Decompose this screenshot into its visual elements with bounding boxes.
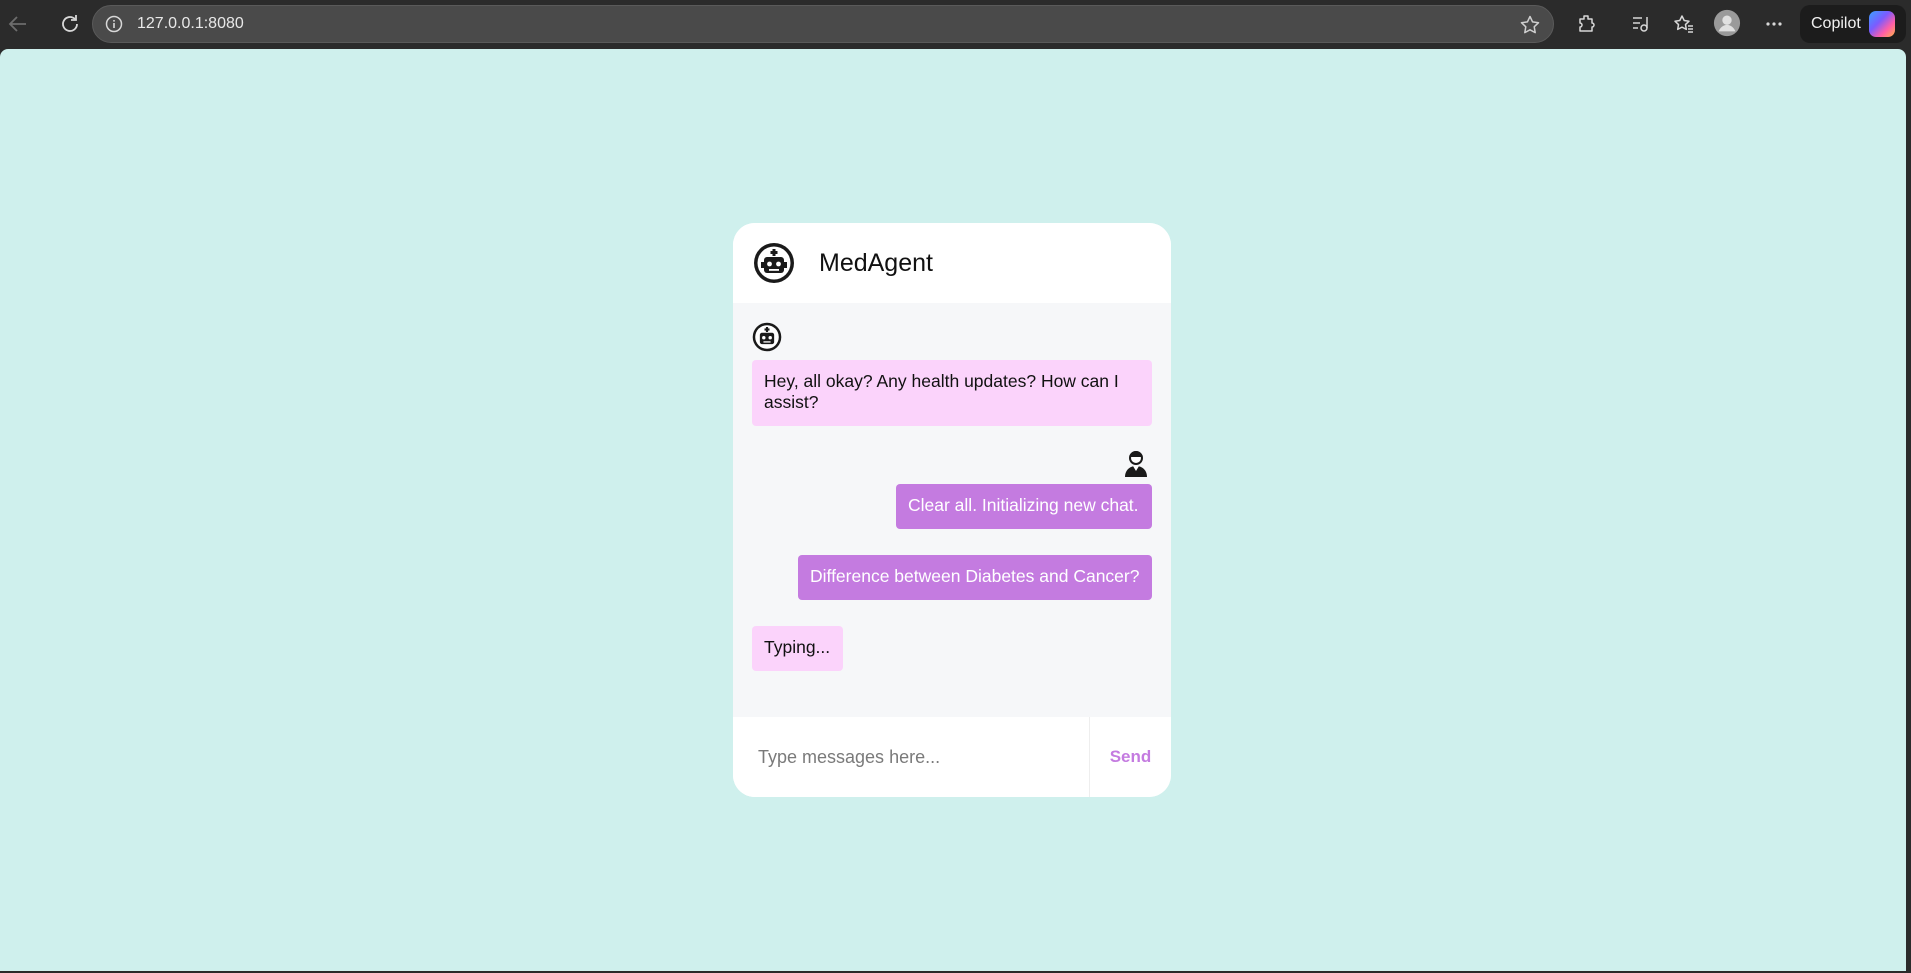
chat-window: MedAgent Hey, all okay? Any health updat…	[733, 223, 1171, 797]
site-info-icon[interactable]	[103, 13, 125, 35]
message-input[interactable]	[733, 717, 1090, 797]
browser-toolbar: 127.0.0.1:8080 Copilot	[0, 0, 1911, 48]
message-list: Hey, all okay? Any health updates? How c…	[733, 303, 1171, 717]
refresh-icon	[62, 15, 78, 32]
typing-indicator: Typing...	[752, 626, 843, 671]
message-text: Typing...	[764, 637, 831, 657]
reload-button[interactable]	[52, 6, 88, 42]
profile-avatar-icon[interactable]	[1713, 9, 1741, 37]
send-button[interactable]: Send	[1090, 717, 1171, 797]
more-options-icon[interactable]	[1760, 10, 1788, 38]
message-text: Difference between Diabetes and Cancer?	[810, 566, 1140, 586]
composer: Send	[733, 717, 1171, 797]
message-text: Clear all. Initializing new chat.	[908, 495, 1139, 515]
user-message: Clear all. Initializing new chat.	[896, 484, 1152, 529]
arrow-left-icon	[8, 16, 26, 32]
copilot-button[interactable]: Copilot	[1800, 5, 1906, 43]
chat-title: MedAgent	[819, 248, 933, 277]
copilot-logo-icon	[1868, 11, 1895, 37]
url-text[interactable]: 127.0.0.1:8080	[137, 15, 244, 33]
extensions-icon[interactable]	[1573, 10, 1601, 38]
media-control-icon[interactable]	[1626, 10, 1654, 38]
chat-header: MedAgent	[733, 223, 1171, 303]
copilot-label: Copilot	[1811, 15, 1861, 32]
favorites-icon[interactable]	[1670, 10, 1698, 38]
user-avatar-icon	[1125, 451, 1147, 477]
favorite-star-icon[interactable]	[1519, 14, 1541, 36]
page-viewport: MedAgent Hey, all okay? Any health updat…	[0, 49, 1906, 971]
address-bar[interactable]: 127.0.0.1:8080	[92, 5, 1554, 43]
bot-message: Hey, all okay? Any health updates? How c…	[752, 360, 1152, 426]
back-button[interactable]	[0, 6, 36, 42]
message-text: Hey, all okay? Any health updates? How c…	[764, 371, 1119, 412]
bot-avatar-icon	[752, 322, 782, 352]
user-message: Difference between Diabetes and Cancer?	[798, 555, 1152, 600]
robot-avatar-icon	[754, 243, 794, 283]
